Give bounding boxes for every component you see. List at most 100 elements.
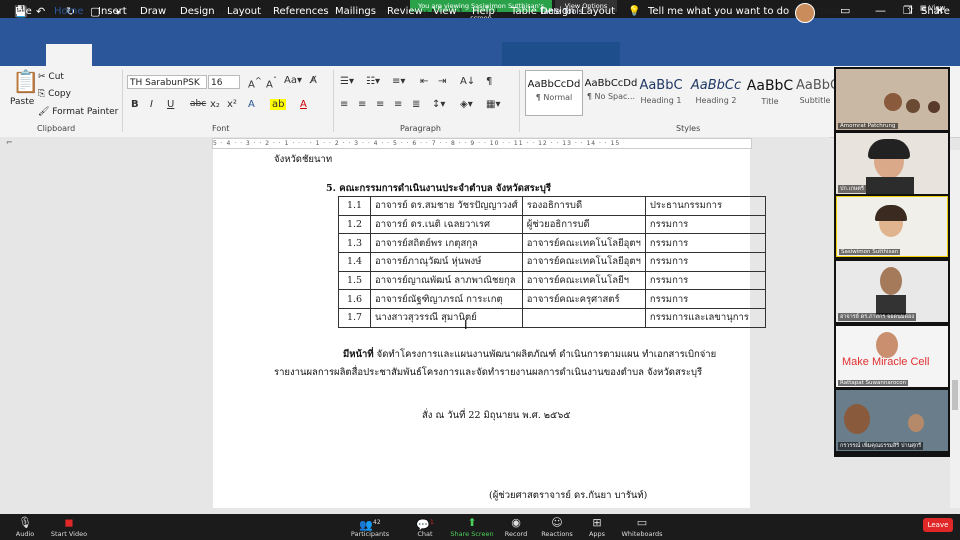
change-case-icon[interactable]: Aa▾ (284, 75, 302, 86)
tab-mailings[interactable]: Mailings (335, 6, 376, 17)
table-row[interactable]: 1.2 อาจารย์ ดร.เนติ เฉลยวาเรศ ผู้ช่วยอธิกา… (338, 214, 766, 235)
table-cell-no[interactable]: 1.3 (338, 233, 371, 254)
share-screen-button[interactable]: ⬆ Share Screen (447, 516, 497, 538)
align-center-icon[interactable]: ≡ (358, 99, 366, 110)
table-cell-role[interactable]: ประธานกรรมการ (644, 196, 766, 216)
align-right-icon[interactable]: ≡ (376, 99, 384, 110)
tab-selector-icon[interactable]: ⌐ (6, 138, 13, 147)
table-cell-role[interactable]: กรรมการ (644, 289, 766, 310)
shrink-font-icon[interactable]: Aˇ (266, 75, 277, 90)
video-tile[interactable]: Make Miracle Cell Rattapat Suwannarocon (836, 326, 948, 387)
tab-table-design[interactable]: Table Design (511, 6, 575, 17)
table-cell-no[interactable]: 1.4 (338, 252, 371, 272)
table-cell-position[interactable] (521, 308, 646, 328)
text-effects-icon[interactable]: A (248, 99, 255, 110)
superscript-icon[interactable]: x² (227, 99, 237, 110)
table-cell-name[interactable]: อาจารย์ญาณพัฒน์ ลาภพาณิชยกุล (370, 270, 523, 291)
bold-icon[interactable]: B (131, 99, 139, 110)
table-cell-no[interactable]: 1.1 (338, 196, 371, 216)
participants-button[interactable]: 👥42 Participants (345, 516, 395, 538)
numbering-icon[interactable]: ☷▾ (366, 76, 380, 87)
cut-button[interactable]: ✂ Cut (38, 72, 64, 82)
table-cell-name[interactable]: อาจารย์ ดร.สมชาย วัชรปัญญาวงศ์ (370, 196, 523, 216)
decrease-indent-icon[interactable]: ⇤ (420, 76, 428, 87)
table-cell-no[interactable]: 1.7 (338, 308, 371, 328)
font-name-box[interactable]: TH SarabunPSK (127, 75, 207, 89)
sort-icon[interactable]: A↓ (460, 76, 475, 87)
format-painter-button[interactable]: 🖌 Format Painter (38, 107, 118, 117)
table-cell-name[interactable]: นางสาวสุวรรณี สุมานิตย์ (370, 308, 523, 328)
start-video-button[interactable]: ◼ Start Video (44, 516, 94, 538)
tell-me-search[interactable]: Tell me what you want to do (648, 6, 789, 17)
video-tile[interactable]: ปก.เกษตรี (836, 133, 948, 194)
bullets-icon[interactable]: ☰▾ (340, 76, 354, 87)
style-heading-1[interactable]: AaBbC Heading 1 (633, 70, 689, 114)
tab-draw[interactable]: Draw (140, 6, 166, 17)
distributed-icon[interactable]: ≣ (412, 99, 420, 110)
table-cell-position[interactable]: รองอธิการบดี (521, 196, 646, 216)
style-no-spacing[interactable]: AaBbCcDd ¶ No Spac... (583, 70, 639, 114)
grow-font-icon[interactable]: A^ (248, 75, 262, 90)
table-row[interactable]: 1.4 อาจารย์ภาณุวัฒน์ หุ่นพงษ์ อาจารย์คณะเท… (338, 252, 766, 272)
style-heading-2[interactable]: AaBbCc Heading 2 (688, 70, 744, 114)
video-tile[interactable]: Amornrat Patchrung (836, 69, 948, 130)
tab-help[interactable]: Help (472, 6, 495, 17)
table-row[interactable]: 1.5 อาจารย์ญาณพัฒน์ ลาภพาณิชยกุล อาจารย์คณ… (338, 270, 766, 291)
tab-file[interactable]: File (15, 6, 32, 17)
shading-icon[interactable]: ◈▾ (460, 99, 473, 110)
table-cell-name[interactable]: อาจารย์ภาณุวัฒน์ หุ่นพงษ์ (370, 252, 523, 272)
chat-button[interactable]: 💬1 Chat (400, 516, 450, 538)
tab-insert[interactable]: Insert (98, 6, 127, 17)
clear-format-icon[interactable]: A̸ (310, 75, 317, 86)
leave-button[interactable]: Leave (923, 518, 953, 532)
style-subtitle[interactable]: AaBbC Subtitle (796, 70, 834, 114)
table-cell-name[interactable]: อาจารย์ ดร.เนติ เฉลยวาเรศ (370, 214, 523, 235)
italic-icon[interactable]: I (150, 99, 153, 110)
table-cell-position[interactable]: ผู้ช่วยอธิการบดี (521, 214, 646, 235)
tab-design[interactable]: Design (180, 6, 215, 17)
horizontal-ruler[interactable]: 5 · 4 · · 3 · · 2 · · 1 · · · · 1 · · 2 … (212, 138, 752, 149)
style-normal[interactable]: AaBbCcDd ¶ Normal (525, 70, 583, 116)
multilevel-icon[interactable]: ≡▾ (392, 76, 405, 87)
video-tile-active-speaker[interactable]: Sasiwimon Sutthisan (836, 196, 948, 257)
table-row[interactable]: 1.1 อาจารย์ ดร.สมชาย วัชรปัญญาวงศ์ รองอธิก… (338, 196, 766, 216)
table-cell-role[interactable]: กรรมการ (644, 270, 766, 291)
table-cell-role[interactable]: กรรมการ (644, 233, 766, 254)
ribbon-display-icon[interactable]: ▭ (840, 4, 850, 17)
share-button[interactable]: Share (921, 6, 950, 17)
tab-references[interactable]: References (273, 6, 329, 17)
table-cell-position[interactable]: อาจารย์คณะเทคโนโลยีอุตฯ (521, 252, 646, 272)
table-cell-no[interactable]: 1.5 (338, 270, 371, 291)
copy-button[interactable]: ⎘ Copy (38, 89, 71, 99)
tab-home[interactable]: Home (54, 6, 84, 17)
underline-icon[interactable]: U (167, 99, 174, 110)
font-size-box[interactable]: 16 (208, 75, 240, 89)
line-spacing-icon[interactable]: ↕▾ (432, 99, 445, 110)
table-cell-role[interactable]: กรรมการและเลขานุการ (644, 308, 766, 328)
align-left-icon[interactable]: ≡ (340, 99, 348, 110)
video-tile[interactable]: กรวรรณ์ เพิ่มคุณธรรมสิริ ปานศุกรี (836, 390, 948, 451)
table-cell-position[interactable]: อาจารย์คณะครุศาสตร์ (521, 289, 646, 310)
table-cell-position[interactable]: อาจารย์คณะเทคโนโลยีฯ (521, 270, 646, 291)
table-cell-role[interactable]: กรรมการ (644, 214, 766, 235)
table-row[interactable]: 1.6 อาจารย์ณัฐฑิญาภรณ์ การะเกตุ อาจารย์คณะ… (338, 289, 766, 310)
video-tile[interactable]: อาจารย์ ดร.ภาสกร จอดนมดอง (836, 261, 948, 322)
table-cell-role[interactable]: กรรมการ (644, 252, 766, 272)
tab-review[interactable]: Review (387, 6, 423, 17)
committee-table[interactable]: 1.1 อาจารย์ ดร.สมชาย วัชรปัญญาวงศ์ รองอธิก… (338, 196, 766, 328)
whiteboards-button[interactable]: ▭ Whiteboards (617, 516, 667, 538)
table-cell-position[interactable]: อาจารย์คณะเทคโนโลยีอุตฯ (521, 233, 646, 254)
highlight-icon[interactable]: ab (270, 99, 287, 110)
undo-icon[interactable]: ↶ (36, 5, 45, 18)
justify-icon[interactable]: ≡ (394, 99, 402, 110)
avatar[interactable] (795, 3, 815, 23)
subscript-icon[interactable]: x₂ (210, 99, 220, 110)
style-title[interactable]: AaBbC Title (742, 70, 798, 114)
table-row[interactable]: 1.7 นางสาวสุวรรณี สุมานิตย์ กรรมการและเลขา… (338, 308, 766, 328)
paste-icon[interactable]: 📋 (12, 70, 39, 95)
tab-view[interactable]: View (433, 6, 457, 17)
table-cell-name[interactable]: อาจารย์สถิตย์พร เกตุสกุล (370, 233, 523, 254)
table-cell-no[interactable]: 1.2 (338, 214, 371, 235)
strikethrough-icon[interactable]: abc (190, 99, 206, 109)
paste-button[interactable]: Paste (10, 97, 34, 107)
